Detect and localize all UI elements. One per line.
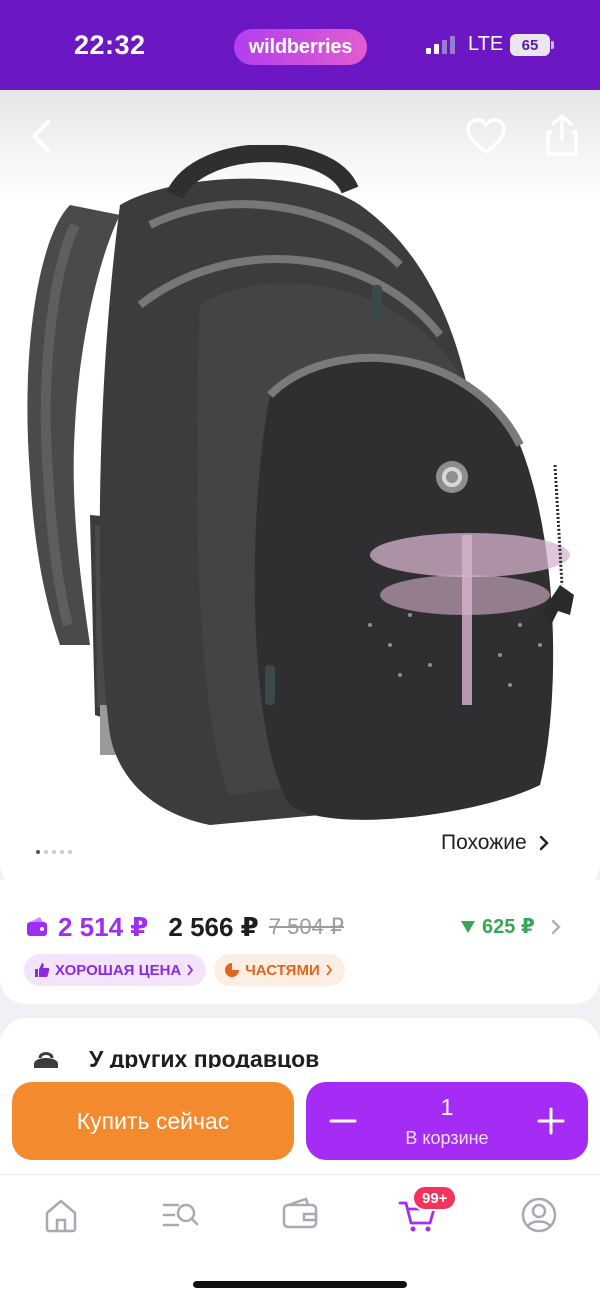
home-indicator <box>193 1281 407 1288</box>
installments-badge[interactable]: ЧАСТЯМИ <box>214 954 345 986</box>
status-time: 22:32 <box>74 30 146 60</box>
status-bar: 22:32 wildberries LTE 65 <box>0 0 600 90</box>
pie-icon <box>225 963 240 977</box>
cart-count-badge: 99+ <box>412 1185 458 1211</box>
wallet-price: 2 514 ₽ <box>58 911 149 942</box>
product-image[interactable] <box>0 145 600 835</box>
favorite-button[interactable] <box>464 116 508 156</box>
product-gallery[interactable]: Похожие <box>0 90 600 890</box>
wallet-icon <box>27 917 47 936</box>
triangle-down-icon <box>461 920 475 933</box>
installments-label: ЧАСТЯМИ <box>245 961 320 979</box>
plus-icon[interactable] <box>536 1106 566 1136</box>
battery-icon: 65 <box>510 34 554 56</box>
share-button[interactable] <box>540 112 584 158</box>
bottom-tab-bar: 99+ <box>0 1174 600 1300</box>
badge-row: ХОРОШАЯ ЦЕНА ЧАСТЯМИ <box>24 954 345 986</box>
pagination-dot <box>68 850 72 854</box>
heart-icon <box>466 118 506 154</box>
back-button[interactable] <box>22 116 62 156</box>
current-price: 2 566 ₽ <box>168 911 259 942</box>
chevron-right-icon <box>326 964 332 976</box>
good-price-label: ХОРОШАЯ ЦЕНА <box>55 961 182 979</box>
thumbs-up-icon <box>35 963 50 977</box>
price-drop-value: 625 ₽ <box>482 916 535 938</box>
price-row: 2 514 ₽ 2 566 ₽ 7 504 ₽ <box>26 910 344 944</box>
price-card: 2 514 ₽ 2 566 ₽ 7 504 ₽ 625 ₽ ХОРОШАЯ ЦЕ… <box>0 880 600 1004</box>
brand-logo: wildberries <box>234 29 367 65</box>
gallery-pagination <box>36 850 72 854</box>
pagination-dot <box>60 850 64 854</box>
good-price-badge[interactable]: ХОРОШАЯ ЦЕНА <box>24 954 207 986</box>
network-label: LTE <box>468 33 504 55</box>
share-icon <box>546 114 578 156</box>
wallet-icon[interactable] <box>280 1195 320 1235</box>
chevron-left-icon <box>32 120 50 152</box>
buy-now-button[interactable]: Купить сейчас <box>12 1082 294 1160</box>
chevron-right-icon <box>539 835 549 851</box>
chevron-right-icon <box>551 919 561 934</box>
similar-label: Похожие <box>441 831 527 854</box>
catalog-search-icon[interactable] <box>160 1195 200 1235</box>
cart-quantity-stepper[interactable]: 1 В корзине <box>306 1082 588 1160</box>
pagination-dot <box>52 850 56 854</box>
pagination-dot <box>36 850 40 854</box>
chevron-right-icon <box>187 964 194 976</box>
signal-icon <box>426 36 455 54</box>
pagination-dot <box>44 850 48 854</box>
action-bar: Купить сейчас 1 В корзине <box>0 1068 600 1174</box>
price-drop-link[interactable]: 625 ₽ <box>460 914 561 939</box>
similar-products-link[interactable]: Похожие <box>441 831 549 855</box>
old-price: 7 504 ₽ <box>268 914 344 939</box>
home-icon[interactable] <box>41 1195 81 1235</box>
profile-icon[interactable] <box>519 1195 559 1235</box>
